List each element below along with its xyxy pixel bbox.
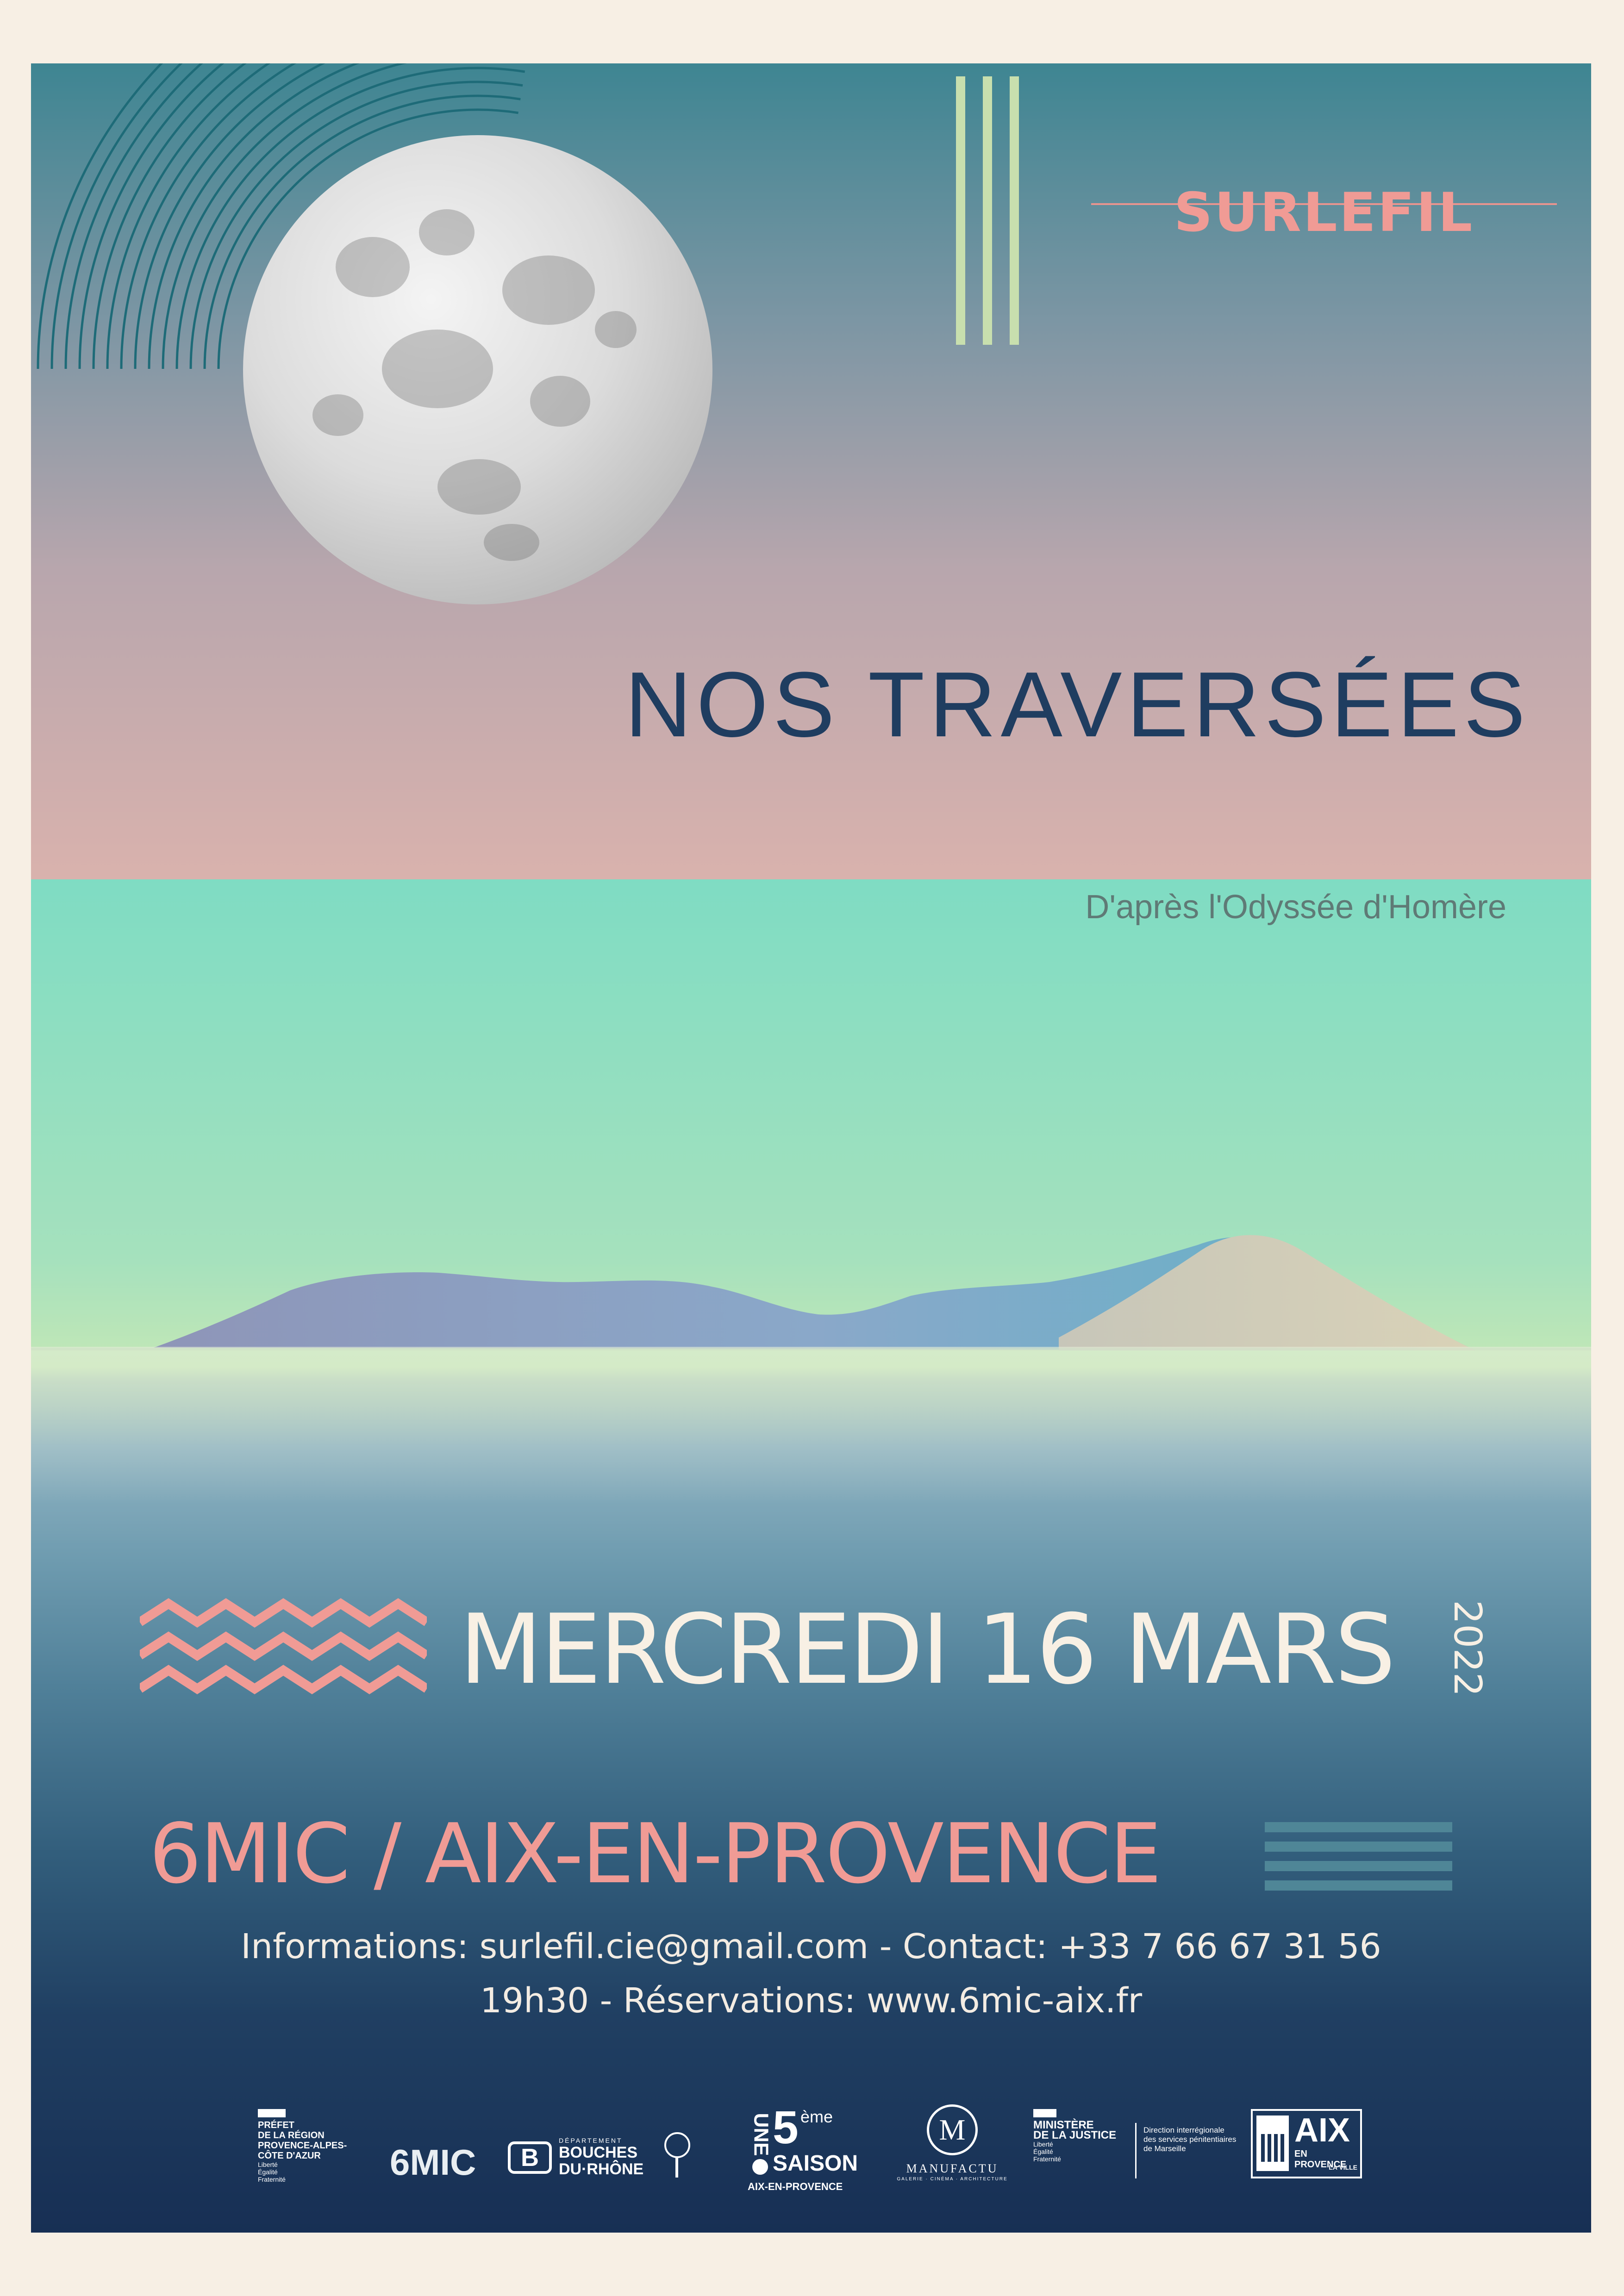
manufacture-emblem-icon: M bbox=[927, 2104, 978, 2155]
saison-number: 5 bbox=[773, 2102, 799, 2153]
marianne-icon bbox=[258, 2109, 286, 2117]
aix-name: AIX bbox=[1294, 2112, 1350, 2149]
direction-line: des services pénitentiaires bbox=[1143, 2135, 1237, 2144]
motto-line: Liberté bbox=[258, 2161, 278, 2168]
departement-icon: B bbox=[508, 2141, 552, 2174]
zigzag-decoration bbox=[140, 1598, 427, 1694]
prefet-line: PRÉFET bbox=[258, 2120, 294, 2130]
manufacture-name: MANUFACTU bbox=[906, 2162, 999, 2175]
event-date: MERCREDI 16 MARS bbox=[459, 1594, 1396, 1706]
motto-line: Égalité bbox=[258, 2168, 278, 2176]
prefet-line: CÔTE D'AZUR bbox=[258, 2151, 321, 2161]
prefet-logo: PRÉFET DE LA RÉGION PROVENCE-ALPES- CÔTE… bbox=[258, 2109, 347, 2183]
prefet-line: DE LA RÉGION bbox=[258, 2130, 325, 2140]
brand-name: SURLEFIL bbox=[1174, 181, 1474, 244]
show-subtitle: D'après l'Odyssée d'Homère bbox=[1085, 889, 1506, 926]
zigzag-line bbox=[140, 1631, 427, 1661]
vertical-stripes-decoration bbox=[956, 76, 1019, 345]
saison-ordinal: ème bbox=[800, 2107, 833, 2126]
motto-line: Fraternité bbox=[258, 2176, 286, 2183]
direction-line: de Marseille bbox=[1143, 2144, 1186, 2153]
sponsor-logos: PRÉFET DE LA RÉGION PROVENCE-ALPES- CÔTE… bbox=[31, 2104, 1591, 2197]
saison-une: UNE bbox=[750, 2113, 773, 2156]
marianne-icon bbox=[1033, 2109, 1056, 2117]
manufacture-tagline: GALERIE · CINÉMA · ARCHITECTURE bbox=[897, 2177, 1008, 2182]
sixmic-logo: 6MIC bbox=[390, 2142, 476, 2183]
saison-city: AIX-EN-PROVENCE bbox=[748, 2181, 843, 2192]
saison-logo: UNE 5 ème SAISON AIX-EN-PROVENCE bbox=[744, 2104, 860, 2197]
zigzag-line bbox=[140, 1665, 427, 1694]
poster: SURLEFIL NOS TRAVERSÉES D'après l'Odyssé… bbox=[31, 63, 1591, 2233]
justice-logo: MINISTÈRE DE LA JUSTICE Liberté Égalité … bbox=[1033, 2109, 1255, 2178]
moon-illustration bbox=[243, 135, 712, 604]
prefet-line: PROVENCE-ALPES- bbox=[258, 2140, 347, 2151]
aix-logo: AIX EN PROVENCE LA VILLE bbox=[1251, 2109, 1362, 2178]
saison-word: SAISON bbox=[773, 2151, 858, 2176]
brand-logo: SURLEFIL bbox=[1091, 163, 1557, 244]
show-title: NOS TRAVERSÉES bbox=[625, 653, 1530, 756]
info-line-reservations: 19h30 - Réservations: www.6mic-aix.fr bbox=[480, 1981, 1143, 2021]
seascape-panel bbox=[31, 879, 1591, 2233]
divider bbox=[1135, 2123, 1137, 2178]
motto-line: Fraternité bbox=[1033, 2155, 1061, 2163]
aix-crest-icon bbox=[1256, 2116, 1289, 2171]
manufacture-logo: M MANUFACTU GALERIE · CINÉMA · ARCHITECT… bbox=[897, 2104, 1008, 2183]
zigzag-line bbox=[140, 1598, 427, 1628]
landscape-illustration bbox=[31, 1235, 1591, 1504]
info-line-contact: Informations: surlefil.cie@gmail.com - C… bbox=[241, 1927, 1381, 1966]
saison-dot bbox=[752, 2159, 768, 2175]
horizontal-stripes-decoration bbox=[1265, 1822, 1452, 1891]
event-venue: 6MIC / AIX-EN-PROVENCE bbox=[149, 1806, 1162, 1902]
tree-icon bbox=[661, 2132, 693, 2178]
direction-line: Direction interrégionale bbox=[1143, 2126, 1224, 2134]
aix-tag: LA VILLE bbox=[1329, 2164, 1357, 2171]
event-year: 2022 bbox=[1445, 1600, 1489, 1697]
